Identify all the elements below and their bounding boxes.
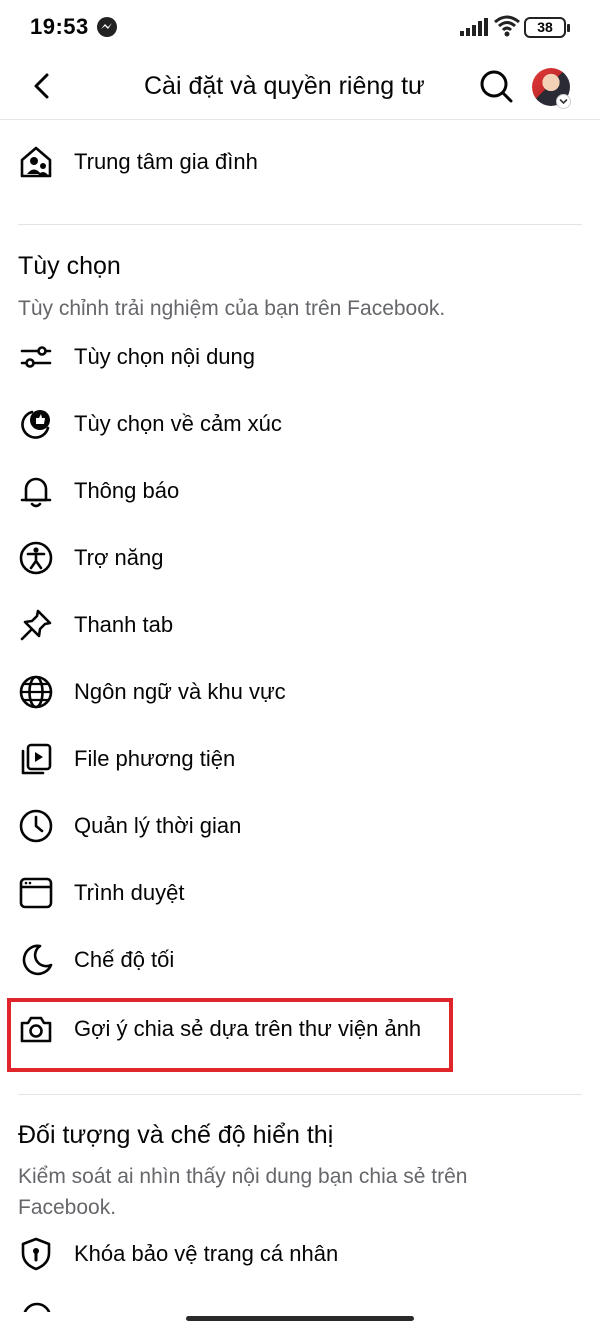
globe-icon: [18, 674, 54, 710]
highlight-annotation: [7, 998, 453, 1072]
menu-item-tab-bar[interactable]: Thanh tab: [0, 593, 600, 657]
menu-item-label: File phương tiện: [74, 746, 236, 771]
menu-item-media-files[interactable]: File phương tiện: [0, 727, 600, 791]
pin-icon: [18, 607, 54, 643]
bell-icon: [18, 473, 54, 509]
menu-item-label: Trung tâm gia đình: [74, 149, 258, 174]
back-button[interactable]: [24, 66, 60, 106]
search-icon: [480, 70, 513, 103]
settings-page: 19:53 38 Cài đặt và quyền riêng tư Trung…: [0, 0, 600, 1333]
menu-item-reaction-preferences[interactable]: Tùy chọn về cảm xúc: [0, 392, 600, 456]
status-bar: 19:53 38: [0, 0, 600, 56]
menu-item-accessibility[interactable]: Trợ năng: [0, 526, 600, 590]
menu-item-family-center[interactable]: Trung tâm gia đình: [0, 130, 600, 194]
shield-lock-icon: [18, 1236, 54, 1272]
menu-item-label: Tùy chọn về cảm xúc: [74, 411, 282, 436]
menu-item-dark-mode[interactable]: Chế độ tối: [0, 928, 600, 992]
menu-item-profile-lock[interactable]: Khóa bảo vệ trang cá nhân: [0, 1222, 600, 1286]
moon-icon: [18, 942, 54, 978]
menu-item-label: Tùy chọn nội dung: [74, 344, 256, 369]
wifi-icon: [493, 14, 521, 38]
partial-next-item-icon: [22, 1302, 52, 1312]
app-header: Cài đặt và quyền riêng tư: [0, 56, 600, 120]
divider: [18, 1094, 582, 1095]
menu-item-label: Quản lý thời gian: [74, 813, 242, 838]
clock-icon: [18, 808, 54, 844]
reactions-icon: [18, 406, 54, 442]
search-button[interactable]: [476, 66, 516, 106]
media-files-icon: [18, 741, 54, 777]
status-time: 19:53: [30, 14, 89, 39]
menu-item-label: Thông báo: [74, 478, 180, 503]
signal-icon: [460, 18, 490, 36]
section-title-preferences: Tùy chọn: [18, 252, 121, 280]
back-arrow-icon: [34, 73, 49, 99]
menu-item-label: Chế độ tối: [74, 947, 175, 972]
browser-icon: [18, 875, 54, 911]
accessibility-icon: [18, 540, 54, 576]
chevron-down-icon[interactable]: [556, 94, 571, 109]
home-indicator[interactable]: [186, 1316, 414, 1321]
menu-item-time-management[interactable]: Quản lý thời gian: [0, 794, 600, 858]
family-center-icon: [18, 144, 54, 180]
divider: [18, 224, 582, 225]
menu-item-notifications[interactable]: Thông báo: [0, 459, 600, 523]
menu-item-browser[interactable]: Trình duyệt: [0, 861, 600, 925]
sliders-icon: [18, 339, 54, 375]
section-description-audience: Kiểm soát ai nhìn thấy nội dung bạn chia…: [18, 1165, 468, 1219]
menu-item-language-region[interactable]: Ngôn ngữ và khu vực: [0, 660, 600, 724]
page-title: Cài đặt và quyền riêng tư: [144, 72, 425, 100]
section-description-preferences: Tùy chỉnh trải nghiệm của bạn trên Faceb…: [18, 297, 446, 320]
menu-item-label: Trình duyệt: [74, 880, 185, 905]
menu-item-content-preferences[interactable]: Tùy chọn nội dung: [0, 325, 600, 389]
menu-item-label: Thanh tab: [74, 612, 174, 637]
menu-item-label: Khóa bảo vệ trang cá nhân: [74, 1241, 339, 1266]
menu-item-label: Ngôn ngữ và khu vực: [74, 679, 286, 704]
battery-indicator: 38: [524, 17, 570, 38]
messenger-icon: [96, 16, 118, 38]
menu-item-label: Trợ năng: [74, 545, 164, 570]
section-title-audience: Đối tượng và chế độ hiển thị: [18, 1121, 334, 1149]
